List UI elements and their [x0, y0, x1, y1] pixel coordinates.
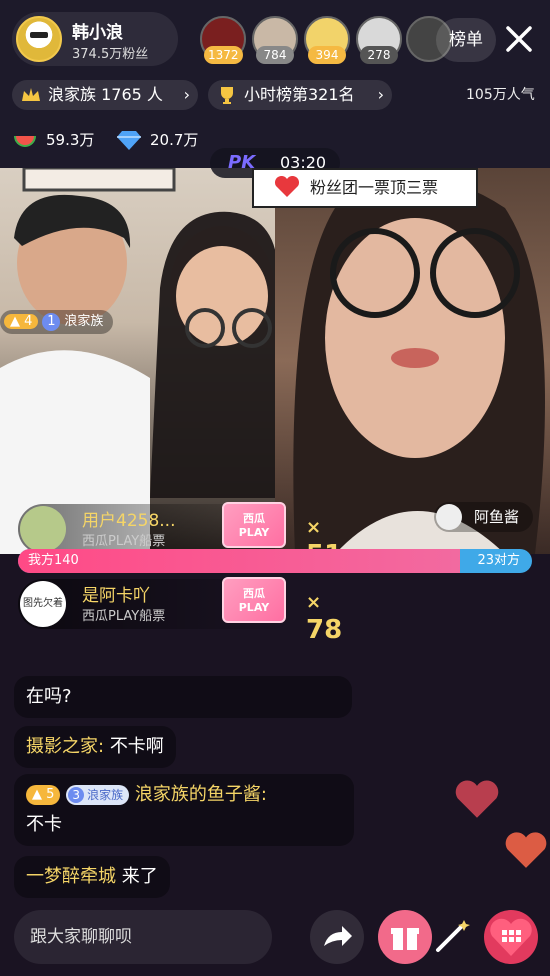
chat-text: 在吗? [26, 686, 72, 707]
trophy-icon [221, 87, 233, 104]
our-score: 我方140 [28, 553, 79, 568]
watermelon-count: 59.3万 [46, 131, 95, 149]
grid-icon [490, 918, 532, 956]
viewer-contribution: 1372 [204, 46, 243, 64]
chat-text: 不卡 [26, 814, 62, 835]
ticket-icon: 西瓜 PLAY [222, 577, 286, 623]
chat-message: 摄影之家: 不卡啊 [14, 726, 176, 768]
gift-notification: 用户4258... 西瓜PLAY船票 西瓜PLAY × 51 [18, 502, 342, 570]
fan-banner-text: 粉丝团一票顶三票 [310, 178, 439, 197]
opponent-avatar [436, 504, 462, 530]
crown-icon [22, 88, 40, 101]
heart-icon [505, 832, 547, 868]
heart-icon [274, 176, 300, 197]
watermelon-icon [14, 136, 36, 147]
gift-user-name: 是阿卡吖 [82, 586, 150, 606]
family-badge-label: 浪家族 [64, 314, 104, 329]
magic-wand-icon [436, 920, 470, 952]
watermelon-stat[interactable]: 59.3万 [12, 126, 94, 154]
gift-user-avatar[interactable] [20, 506, 66, 552]
chat-sender[interactable]: 浪家族的鱼子酱: [135, 784, 267, 805]
chat-message: 在吗? [14, 676, 352, 718]
share-icon [324, 926, 352, 946]
viewer-contribution: 278 [360, 46, 398, 64]
our-score-fill [18, 549, 461, 573]
chat-text: 来了 [121, 866, 158, 887]
hour-rank-label: 小时榜第321名 [244, 85, 355, 104]
viewer-contribution: 394 [308, 46, 346, 64]
gift-user-avatar[interactable]: 图先欠着 [20, 581, 66, 627]
chat-message: ▲ 5 3 浪家族 浪家族的鱼子酱: 不卡 [14, 774, 354, 846]
family-badge: 3 浪家族 [66, 785, 130, 805]
gift-user-name: 用户4258... [82, 511, 176, 531]
hour-rank-button[interactable]: 小时榜第321名 › [208, 80, 392, 110]
chat-message: 一梦醉牵城 来了 [14, 856, 170, 898]
ticket-icon: 西瓜 PLAY [222, 502, 286, 548]
host-fans-count: 374.5万粉丝 [72, 47, 149, 62]
gift-icon [391, 928, 419, 950]
popularity: 105万人气 [466, 87, 535, 103]
gift-item-name: 西瓜PLAY船票 [82, 534, 166, 549]
host-avatar[interactable] [16, 16, 62, 62]
share-button[interactable] [310, 910, 364, 964]
gift-notification: 图先欠着 是阿卡吖 西瓜PLAY船票 西瓜 PLAY × 78 [18, 577, 342, 645]
chat-text: 不卡啊 [109, 736, 164, 757]
host-name: 韩小浪 [72, 23, 123, 43]
pk-score-bar: 我方140 23对方 [18, 549, 532, 573]
fan-club-banner[interactable]: 粉丝团一票顶三票 [252, 168, 478, 208]
more-button[interactable] [484, 910, 538, 964]
host-info[interactable]: 韩小浪 374.5万粉丝 [12, 12, 178, 66]
opponent-video-image [293, 178, 545, 554]
family-rank: 1 [42, 313, 61, 331]
opponent-video[interactable] [275, 168, 550, 554]
chat-sender[interactable]: 一梦醉牵城 [26, 866, 116, 887]
magic-wand-button[interactable] [428, 910, 482, 964]
opponent-name: 阿鱼酱 [474, 508, 520, 526]
close-icon[interactable] [502, 22, 536, 56]
diamond-count: 20.7万 [150, 131, 199, 149]
level-number: 4 [24, 314, 33, 329]
family-label: 浪家族 1765 人 [48, 85, 163, 104]
level-badge: ▲ 5 [26, 785, 61, 805]
chevron-right-icon: › [183, 85, 190, 104]
chat-sender[interactable]: 摄影之家: [26, 736, 104, 757]
level-badge: ▲ 4 [4, 314, 39, 329]
host-video-image [0, 168, 275, 554]
chat-input[interactable]: 跟大家聊聊呗 [14, 910, 272, 964]
host-video[interactable] [0, 168, 275, 554]
gift-item-name: 西瓜PLAY船票 [82, 609, 166, 624]
viewer-contribution: 784 [256, 46, 294, 64]
opponent-tag[interactable]: 阿鱼酱 [434, 502, 534, 532]
family-button[interactable]: 浪家族 1765 人 › [12, 80, 198, 110]
chevron-right-icon: › [377, 85, 384, 104]
diamond-icon [117, 131, 141, 150]
diamond-stat[interactable]: 20.7万 [116, 126, 198, 154]
rank-button[interactable]: 榜单 [436, 18, 496, 62]
heart-icon [455, 780, 499, 818]
gift-button[interactable] [378, 910, 432, 964]
host-fan-level[interactable]: ▲ 4 1 浪家族 [0, 310, 114, 334]
opponent-score: 23对方 [477, 553, 520, 568]
gift-count: × 78 [306, 592, 343, 645]
